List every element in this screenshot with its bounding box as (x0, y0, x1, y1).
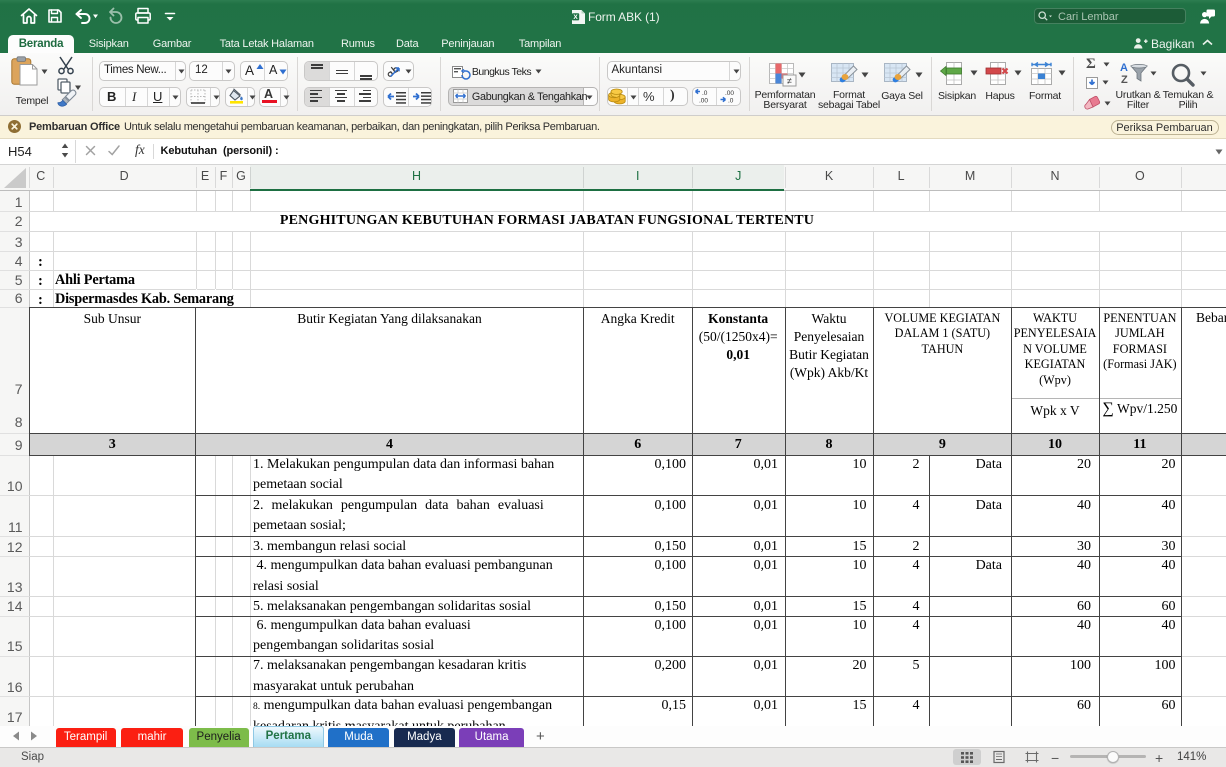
svg-text:.0: .0 (728, 98, 734, 105)
svg-text:.00: .00 (699, 98, 708, 105)
svg-text:≠: ≠ (787, 76, 792, 86)
svg-text:A: A (1120, 62, 1128, 74)
svg-text:.00: .00 (725, 90, 734, 97)
svg-text:Z: Z (1121, 74, 1128, 86)
svg-text:X: X (573, 14, 578, 21)
svg-text:.0: .0 (702, 90, 708, 97)
